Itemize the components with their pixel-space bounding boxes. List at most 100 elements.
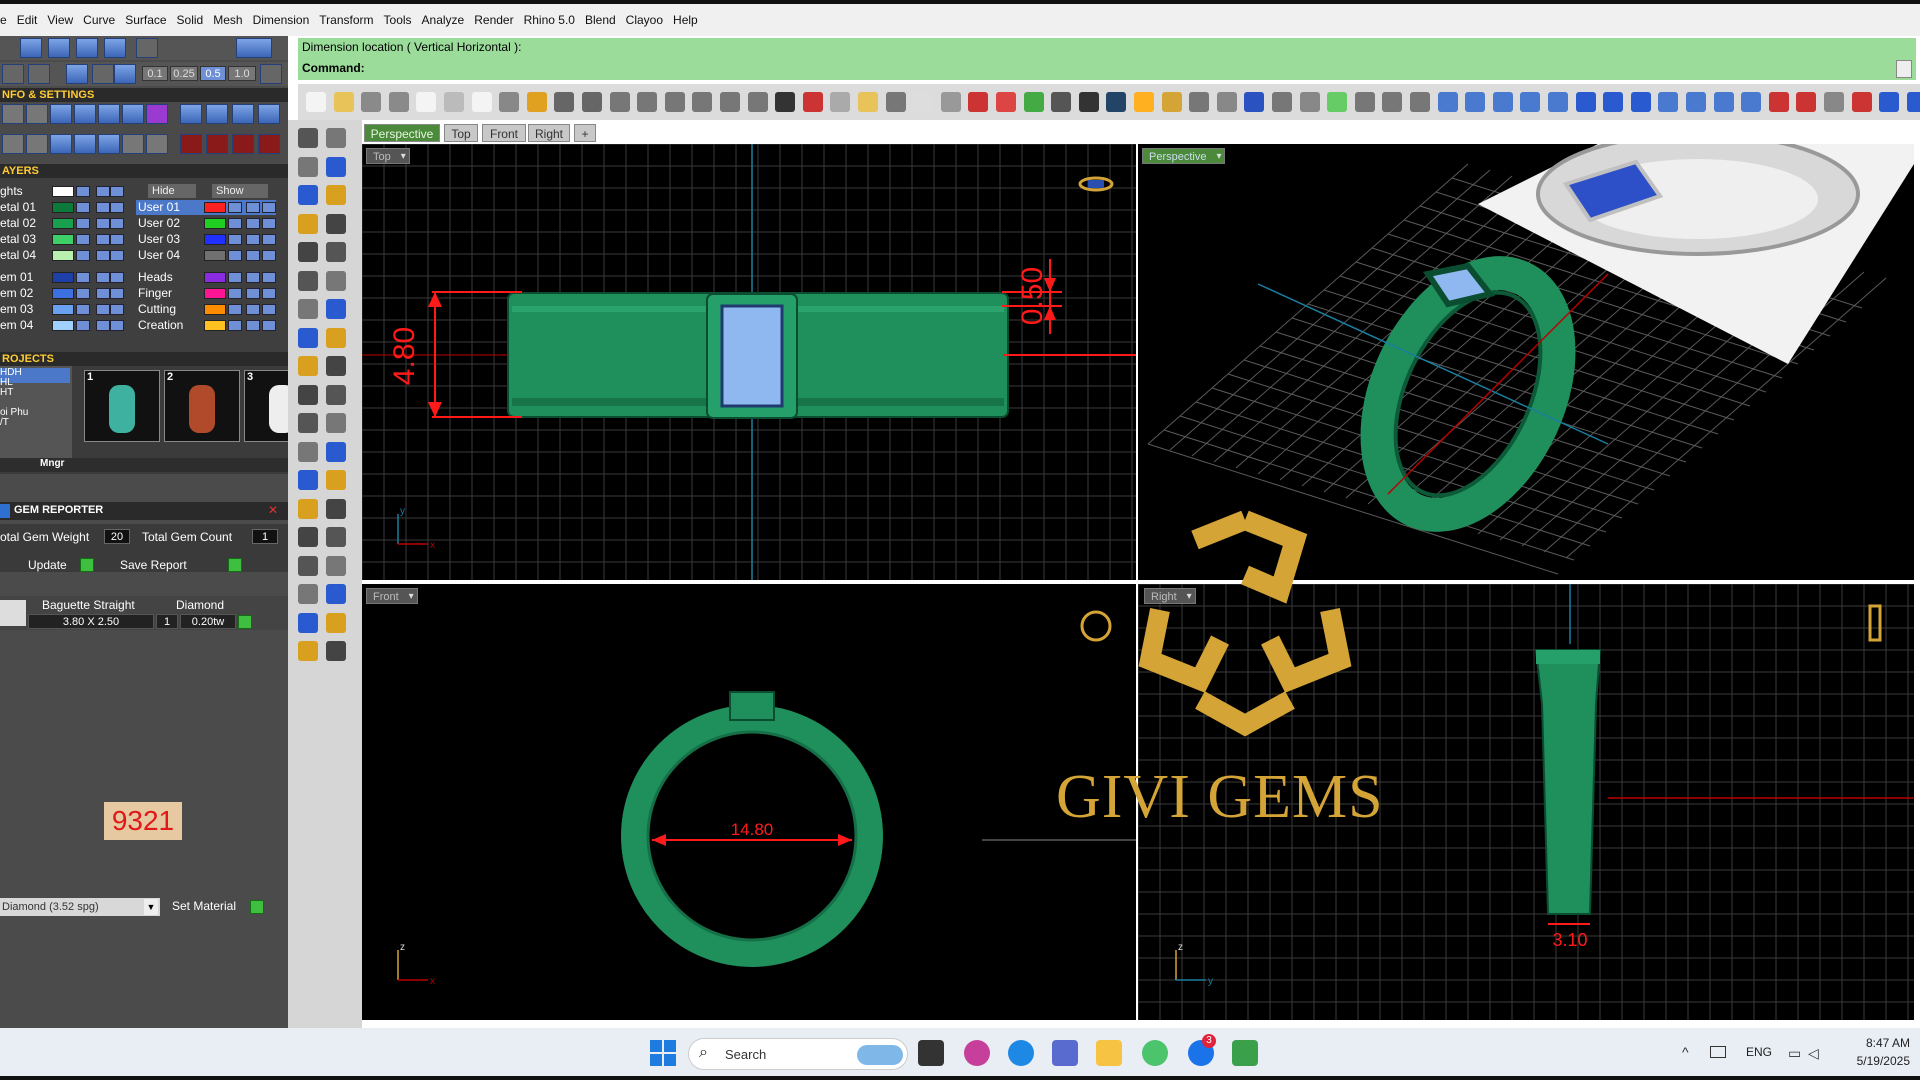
toolbar-icon[interactable] [692,92,713,112]
layer-toggle-icon[interactable] [228,288,242,299]
toolbar-icon[interactable] [306,92,326,112]
viewport-tab[interactable]: + [574,124,596,142]
tool-column-icon[interactable] [298,413,318,433]
show-button[interactable]: Show [212,184,268,198]
keyboard-icon[interactable] [1710,1046,1726,1058]
layer-row[interactable]: User 03 [136,232,276,247]
toolbar-icon[interactable] [1658,92,1679,112]
layer-color-swatch[interactable] [52,234,74,245]
mngr-button[interactable]: Mngr [40,458,64,469]
layer-color-swatch[interactable] [52,186,74,197]
layer-toggle-icon[interactable] [96,272,110,283]
toolbar-icon[interactable] [1244,92,1265,112]
layer-row[interactable]: ghts [0,184,130,199]
toolbar-icon[interactable] [1410,92,1430,112]
tool-column-icon[interactable] [326,356,346,376]
layer-row[interactable]: etal 02 [0,216,130,231]
tool-column-icon[interactable] [298,384,318,405]
layer-row[interactable]: etal 04 [0,248,130,263]
search-icon[interactable] [26,104,48,124]
menu-item[interactable]: View [47,13,73,27]
layer-toggle-icon[interactable] [246,234,260,245]
toolbar-icon[interactable] [1106,92,1127,112]
tool-column-icon[interactable] [298,584,318,604]
copilot-icon[interactable] [964,1040,990,1066]
task-view-icon[interactable] [918,1040,944,1066]
menu-item[interactable]: Mesh [213,13,242,27]
menu-item[interactable]: Dimension [253,13,310,27]
snap-icon[interactable] [20,38,42,58]
toolbar-icon[interactable] [1327,92,1348,112]
layer-toggle-icon[interactable] [262,250,276,261]
tool-column-icon[interactable] [326,441,346,462]
layer-toggle-icon[interactable] [96,250,110,261]
magic-icon[interactable] [146,104,168,124]
top-viewport[interactable]: 4.80 0.50 y x Top [362,144,1136,580]
filter-icon[interactable] [98,134,120,154]
layer-color-swatch[interactable] [204,288,226,299]
tool-icon-c[interactable] [66,64,88,84]
layer-icon-1[interactable] [2,134,24,154]
command-scrollbar[interactable] [1896,60,1912,78]
clock-date[interactable]: 5/19/2025 [1840,1054,1910,1068]
language-indicator[interactable]: ENG [1746,1045,1772,1059]
toolbar-icon[interactable] [830,92,851,112]
tool-icon-b[interactable] [28,64,50,84]
toolbar-icon[interactable] [1272,92,1292,112]
toolbar-icon[interactable] [1603,92,1624,112]
menu-item[interactable]: Curve [83,13,115,27]
layer-row[interactable]: em 04 [0,318,130,333]
planar-icon[interactable] [104,38,126,58]
toolbar-icon[interactable] [1824,92,1844,112]
taskbar-search[interactable]: ⌕ Search [688,1038,908,1070]
layer-toggle-icon[interactable] [246,218,260,229]
layer-color-swatch[interactable] [52,320,74,331]
tool-column-icon[interactable] [298,242,318,262]
layer-row[interactable]: Finger [136,286,276,301]
settings-icon-1[interactable] [180,104,202,124]
layer-toggle-icon[interactable] [228,218,242,229]
perspective-viewport-label[interactable]: Perspective [1142,148,1226,165]
record-icon[interactable] [236,38,272,58]
layer-color-swatch[interactable] [204,320,226,331]
layer-toggle-icon[interactable] [262,218,276,229]
tool-column-icon[interactable] [298,270,318,291]
toolbar-icon[interactable] [1548,92,1568,112]
layer-toggle-icon[interactable] [110,320,124,331]
layer-toggle-icon[interactable] [96,288,110,299]
layer-color-swatch[interactable] [52,218,74,229]
toolbar-icon[interactable] [996,92,1016,112]
toolbar-icon[interactable] [940,92,961,112]
hide-button[interactable]: Hide [148,184,196,198]
gem-row-go-icon[interactable] [238,615,252,629]
layer-color-swatch[interactable] [204,234,226,245]
tool-column-icon[interactable] [326,413,346,433]
layer-toggle-icon[interactable] [110,202,124,213]
layer-toggle-icon[interactable] [246,304,260,315]
layer-toggle-icon[interactable] [96,304,110,315]
layer-row[interactable]: Heads [136,270,276,285]
layer-toggle-icon[interactable] [246,202,260,213]
calculator-icon[interactable] [1052,1040,1078,1066]
tool-column-icon[interactable] [298,498,318,519]
layer-toggle-icon[interactable] [228,234,242,245]
layer-toggle-icon[interactable] [76,250,90,261]
layer-toggle-icon[interactable] [246,272,260,283]
layer-color-swatch[interactable] [204,272,226,283]
layer-toggle-icon[interactable] [262,202,276,213]
layer-color-swatch[interactable] [52,304,74,315]
layer-color-swatch[interactable] [204,202,226,213]
material-select[interactable]: Diamond (3.52 spg) [0,898,160,916]
toolbar-icon[interactable] [775,92,796,112]
tool-column-icon[interactable] [298,356,318,376]
toolbar-icon[interactable] [1768,92,1789,112]
settings-icon-2[interactable] [206,104,228,124]
toolbar-icon[interactable] [885,92,906,112]
layer-toggle-icon[interactable] [110,218,124,229]
layer-row[interactable]: etal 03 [0,232,130,247]
viewport-tab[interactable]: Perspective [364,124,440,142]
layer-toggle-icon[interactable] [110,304,124,315]
layer-toggle-icon[interactable] [262,320,276,331]
layer-toggle-icon[interactable] [110,288,124,299]
menu-item[interactable]: Rhino 5.0 [524,13,575,27]
